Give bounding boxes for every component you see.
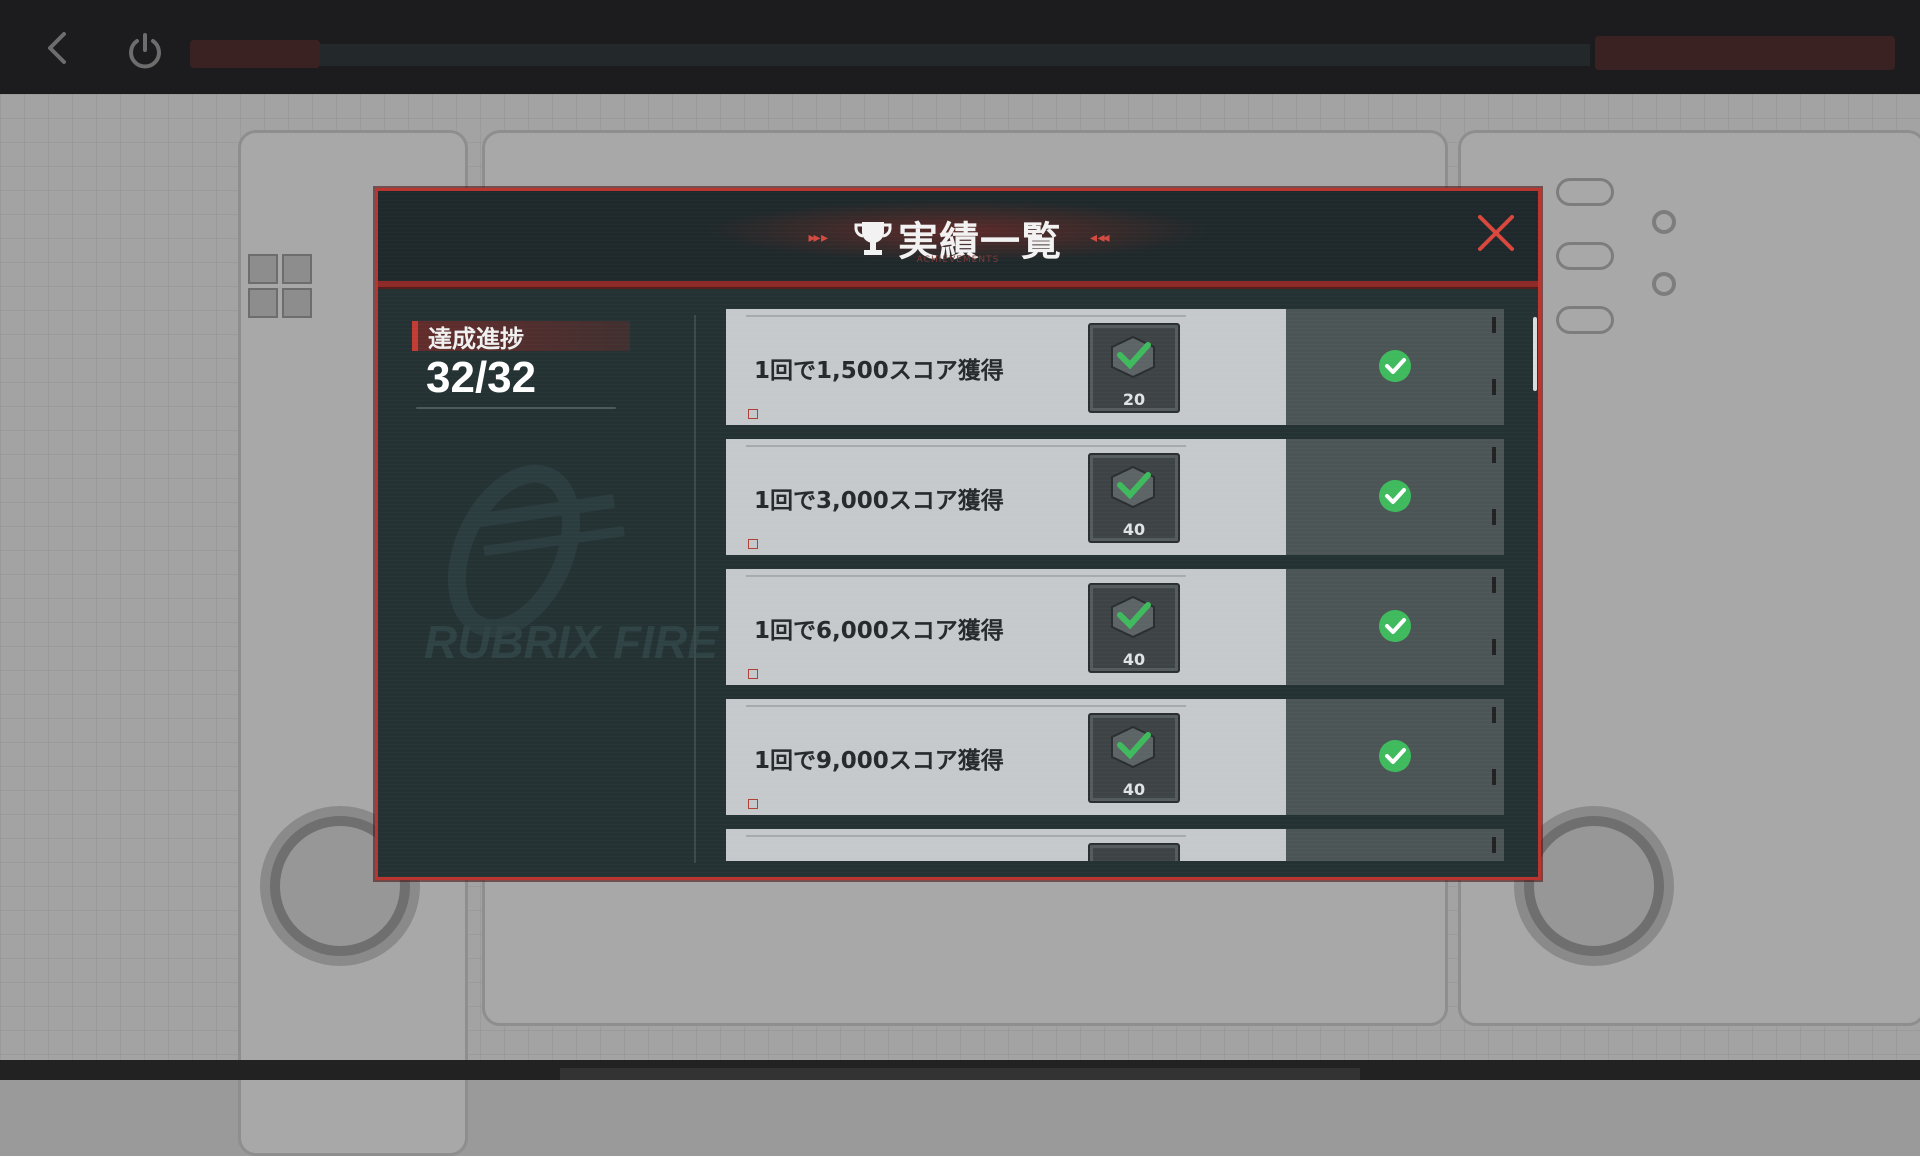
progress-label: 達成進捗 [428,325,524,353]
achievement-status [1286,309,1504,425]
modal-title-row: ▸▸ ▸ 実績一覧 ◂ ◂◂ [378,209,1538,265]
top-bar-indicator-left [190,40,320,68]
reward-cube-icon [1111,595,1155,639]
achievement-card: 1回で9,000スコア獲得 40 [726,699,1286,815]
list-scrollbar[interactable] [1533,317,1537,391]
reward-badge: 20 [1088,323,1180,413]
reward-amount: 40 [1122,780,1146,799]
checkmark-icon [1379,610,1411,642]
achievements-modal: ▸▸ ▸ 実績一覧 ◂ ◂◂ ACHIEVEMENTS RUBRIX FIRE … [375,188,1541,880]
top-bar-strip [190,44,1590,66]
reward-badge [1088,843,1180,861]
achievement-card: 1回で3,000スコア獲得 40 [726,439,1286,555]
achievement-label: 1回で6,000スコア獲得 [754,618,1004,644]
reward-amount: 40 [1122,650,1146,669]
trophy-icon [854,222,892,255]
top-bar-indicator-right [1595,36,1895,70]
achievement-card [726,829,1286,861]
achievement-list[interactable]: 1回で1,500スコア獲得 20 1回で3,000スコア獲得 40 1回で6,0… [726,309,1506,861]
reward-cube-icon [1111,465,1155,509]
achievement-label: 1回で3,000スコア獲得 [754,488,1004,514]
card-marker [748,799,758,809]
bg-grid-icons [248,254,314,320]
close-icon[interactable] [1474,211,1518,255]
reward-badge: 40 [1088,713,1180,803]
achievement-item[interactable]: 1回で9,000スコア獲得 40 [726,699,1506,815]
bg-slot-b [1556,242,1614,270]
achievement-item[interactable]: 1回で3,000スコア獲得 40 [726,439,1506,555]
top-bar [0,0,1920,94]
title-left-arrows-icon: ▸▸ ▸ [808,230,827,246]
achievement-status [1286,699,1504,815]
title-right-arrows-icon: ◂ ◂◂ [1090,230,1109,246]
checkmark-icon [1379,480,1411,512]
checkmark-icon [1379,740,1411,772]
back-arrow-icon[interactable] [38,28,78,68]
reward-cube-icon [1111,725,1155,769]
card-marker [748,669,758,679]
achievement-card: 1回で6,000スコア獲得 40 [726,569,1286,685]
achievement-item[interactable] [726,829,1506,861]
panel-divider [694,315,696,863]
achievement-status [1286,439,1504,555]
reward-amount: 20 [1122,390,1146,409]
power-icon[interactable] [124,30,166,72]
bg-slot-a [1556,178,1614,206]
achievement-item[interactable]: 1回で1,500スコア獲得 20 [726,309,1506,425]
progress-underline [416,407,616,409]
right-joystick[interactable] [1524,816,1664,956]
logo-watermark-icon [447,464,625,638]
reward-badge: 40 [1088,583,1180,673]
reward-amount: 40 [1122,520,1146,539]
progress-value: 32/32 [426,353,537,402]
achievement-status [1286,569,1504,685]
bg-ring-2 [1652,272,1676,296]
achievement-card: 1回で1,500スコア獲得 20 [726,309,1286,425]
bg-ring-1 [1652,210,1676,234]
achievement-label: 1回で1,500スコア獲得 [754,358,1004,384]
logo-watermark-text: RUBRIX FIRE [424,616,718,668]
reward-cube-icon [1111,335,1155,379]
achievement-status [1286,829,1504,861]
checkmark-icon [1379,350,1411,382]
bottom-bar [0,1060,1920,1080]
header-divider-shadow [378,287,1538,289]
card-marker [748,539,758,549]
achievement-item[interactable]: 1回で6,000スコア獲得 40 [726,569,1506,685]
card-marker [748,409,758,419]
achievement-label: 1回で9,000スコア獲得 [754,748,1004,774]
modal-subtitle: ACHIEVEMENTS [916,255,1000,265]
bg-slot-c [1556,306,1614,334]
reward-badge: 40 [1088,453,1180,543]
